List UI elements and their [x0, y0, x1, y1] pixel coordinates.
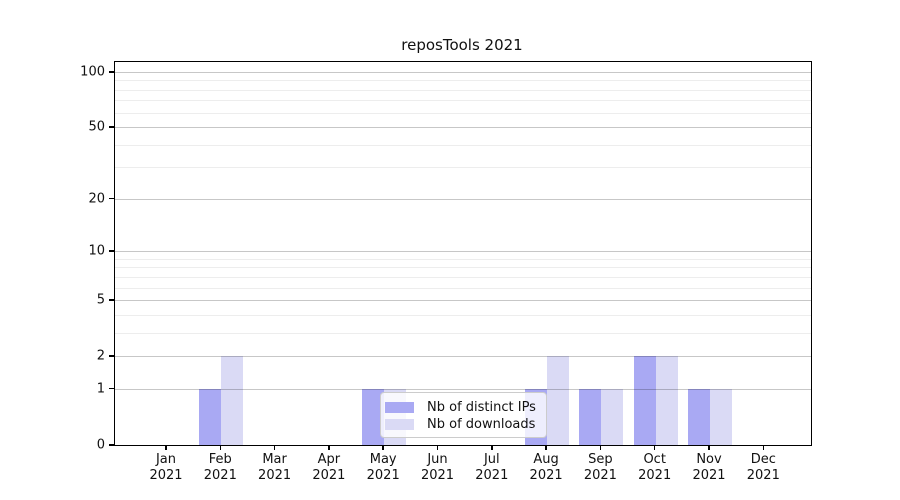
legend-row: Nb of distinct IPs [385, 399, 542, 416]
gridline-major [115, 300, 811, 301]
gridline-major [115, 356, 811, 357]
chart-title: reposTools 2021 [114, 36, 810, 54]
x-tick [328, 445, 330, 450]
y-tick [109, 71, 114, 73]
y-tick-label: 10 [0, 244, 105, 259]
y-tick [109, 126, 114, 128]
gridline-minor [115, 315, 811, 316]
gridline-minor [115, 277, 811, 278]
gridline-minor [115, 145, 811, 146]
figure: reposTools 2021 Nb of distinct IPsNb of … [0, 0, 900, 500]
gridline-minor [115, 167, 811, 168]
gridline-major [115, 199, 811, 200]
grid-layer [115, 62, 811, 445]
x-tick-label: Apr2021 [299, 452, 359, 484]
legend-label: Nb of distinct IPs [427, 400, 536, 415]
gridline-minor [115, 113, 811, 114]
y-tick-label: 20 [0, 191, 105, 206]
y-tick [109, 250, 114, 252]
x-tick-label: Sep2021 [570, 452, 630, 484]
x-tick [491, 445, 493, 450]
x-tick [437, 445, 439, 450]
y-tick-label: 5 [0, 293, 105, 308]
gridline-minor [115, 80, 811, 81]
y-tick [109, 355, 114, 357]
y-tick [109, 299, 114, 301]
y-tick-label: 1 [0, 381, 105, 396]
gridline-minor [115, 267, 811, 268]
x-tick-label: Aug2021 [516, 452, 576, 484]
gridline-major [115, 72, 811, 73]
legend-row: Nb of downloads [385, 416, 542, 433]
x-tick-label: Dec2021 [733, 452, 793, 484]
gridline-minor [115, 100, 811, 101]
gridline-major [115, 127, 811, 128]
legend-swatch-downloads [385, 419, 414, 430]
legend-label: Nb of downloads [427, 417, 535, 432]
legend-swatch-distinct-ips [385, 402, 414, 413]
x-tick [382, 445, 384, 450]
x-tick-label: Nov2021 [679, 452, 739, 484]
x-tick [708, 445, 710, 450]
y-tick [109, 388, 114, 390]
x-tick [545, 445, 547, 450]
y-tick-label: 0 [0, 438, 105, 453]
y-tick-label: 50 [0, 120, 105, 135]
x-tick-label: Jul2021 [462, 452, 522, 484]
x-tick-label: Oct2021 [625, 452, 685, 484]
x-tick [165, 445, 167, 450]
plot-area: Nb of distinct IPs Nb of downloads [114, 61, 812, 446]
gridline-major [115, 251, 811, 252]
x-tick-label: Jan2021 [136, 452, 196, 484]
gridline-minor [115, 259, 811, 260]
y-tick-label: 100 [0, 65, 105, 80]
gridline-major [115, 389, 811, 390]
gridline-minor [115, 288, 811, 289]
x-tick-label: May2021 [353, 452, 413, 484]
x-tick-label: Mar2021 [245, 452, 305, 484]
gridline-minor [115, 333, 811, 334]
x-tick [654, 445, 656, 450]
y-tick [109, 198, 114, 200]
x-tick-label: Feb2021 [190, 452, 250, 484]
x-tick [274, 445, 276, 450]
x-tick [600, 445, 602, 450]
y-tick [109, 444, 114, 446]
x-tick [763, 445, 765, 450]
x-tick-label: Jun2021 [408, 452, 468, 484]
x-tick [220, 445, 222, 450]
y-tick-label: 2 [0, 349, 105, 364]
legend: Nb of distinct IPs Nb of downloads [380, 392, 547, 438]
gridline-minor [115, 90, 811, 91]
